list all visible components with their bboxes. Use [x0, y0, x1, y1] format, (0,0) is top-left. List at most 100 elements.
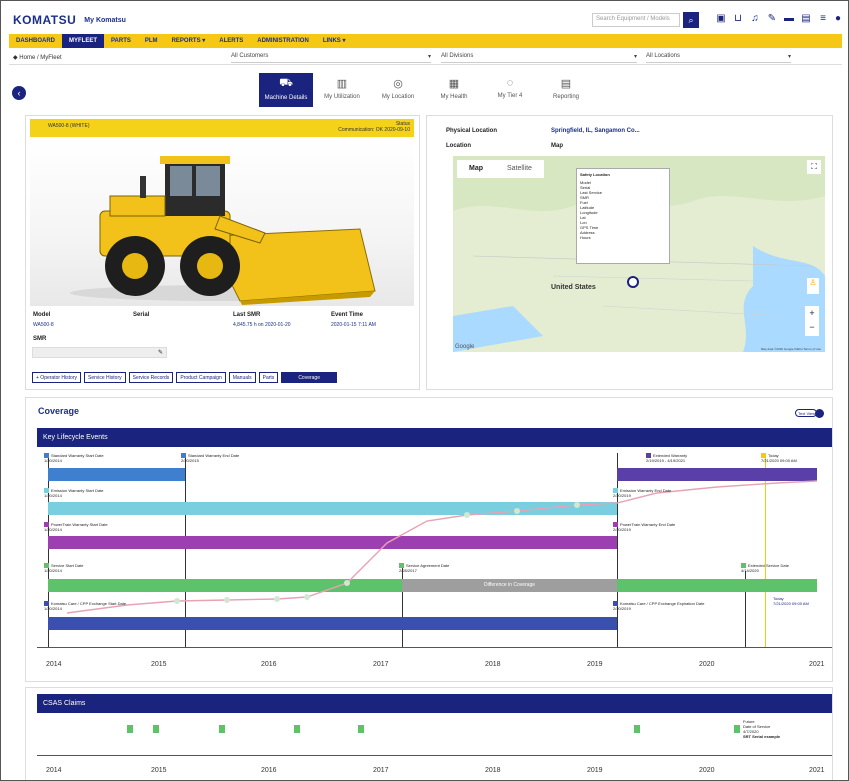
location-select-value: All Locations [646, 53, 681, 59]
satellite-tab[interactable]: Satellite [495, 160, 544, 178]
event-date: 7/21/2020 09:00 AM [761, 458, 797, 463]
customer-select[interactable]: All Customers ▾ [231, 53, 431, 63]
claim-marker[interactable] [734, 725, 740, 733]
event-label[interactable]: Emission Warranty Start Date 1/20/2014 [44, 488, 104, 498]
field-label: Serial [133, 312, 150, 318]
back-icon[interactable]: ‹ [12, 86, 26, 100]
tab-label: Machine Details [264, 95, 308, 101]
tab-reporting[interactable]: ▤ Reporting [539, 73, 593, 107]
event-label[interactable]: Extended Warranty 2/19/2019 - 4/19/2021 [646, 453, 687, 463]
tab-my-health[interactable]: ▦ My Health [427, 73, 481, 107]
machine-photo [30, 141, 414, 306]
field-value: WA500-8 [33, 322, 54, 328]
zoom-control[interactable]: + − [805, 306, 819, 336]
komatsu-logo[interactable]: KOMATSU [13, 13, 76, 27]
event-label[interactable]: Service Start Date 1/20/2014 [44, 563, 83, 573]
map-tab[interactable]: Map [457, 160, 495, 178]
field-value: 2020-01-15 7:11 AM [331, 322, 376, 328]
event-date: 1/20/2014 [44, 606, 62, 611]
event-label[interactable]: Today 7/21/2020 09:00 AM [761, 453, 797, 463]
fullscreen-icon[interactable]: ⛶ [807, 160, 821, 174]
event-label[interactable]: Komatsu Care / CPP Exchange Expiration D… [613, 601, 704, 611]
parts-button[interactable]: Parts [258, 372, 279, 383]
claim-marker[interactable] [219, 725, 225, 733]
menu-icon[interactable]: ≡ [817, 13, 829, 27]
popup-row: Hours [580, 235, 591, 240]
tab-label: My Utilization [324, 94, 360, 100]
folder-icon[interactable]: ▬ [783, 13, 795, 27]
claim-marker[interactable] [294, 725, 300, 733]
claim-marker[interactable] [634, 725, 640, 733]
year-tick: 2021 [809, 661, 825, 668]
message-icon[interactable]: ▤ [800, 13, 812, 27]
smr-input[interactable]: ✎ [32, 347, 167, 358]
search-input[interactable]: Search Equipment / Models [592, 13, 680, 27]
location-select[interactable]: All Locations ▾ [646, 53, 791, 63]
pegman-icon[interactable]: ♙ [807, 278, 819, 294]
tab-label: Reporting [552, 94, 579, 100]
nav-alerts[interactable]: ALERTS [212, 34, 250, 48]
coverage-title: Coverage [38, 406, 80, 416]
event-label[interactable]: Komatsu Care / CPP Exchange Start Date 1/… [44, 601, 126, 611]
event-label[interactable]: Emission Warranty End Date 2/20/2019 [613, 488, 671, 498]
location-label: Location [446, 143, 471, 149]
event-label[interactable]: Standard Warranty End Date 2/20/2015 [181, 453, 239, 463]
service-records-button[interactable]: Service Records [128, 372, 174, 383]
claim-marker[interactable] [358, 725, 364, 733]
nav-reports[interactable]: REPORTS ▾ [165, 34, 213, 48]
event-date: 1/20/2014 [44, 458, 62, 463]
nav-administration[interactable]: ADMINISTRATION [250, 34, 316, 48]
event-label[interactable]: Service Agreement Date 2/28/2017 [399, 563, 449, 573]
event-label[interactable]: PowerTrain Warranty Start Date 1/20/2014 [44, 522, 108, 532]
user-icon[interactable]: ● [832, 13, 844, 27]
product-campaign-button[interactable]: Product Campaign [176, 372, 226, 383]
health-icon: ▦ [448, 78, 460, 90]
main-nav: DASHBOARD MYFLEET PARTS PLM REPORTS ▾ AL… [9, 34, 842, 48]
tab-my-utilization[interactable]: ▥ My Utilization [315, 73, 369, 107]
text-view-toggle[interactable]: Text View [795, 409, 824, 418]
zoom-in-icon[interactable]: + [809, 308, 814, 318]
clipboard-icon[interactable]: ▣ [715, 13, 727, 27]
pin-icon: ◎ [393, 78, 403, 90]
info-smr: SMR [33, 336, 46, 342]
map-attribution[interactable]: Map data ©2020 Google INEGI Terms of Use [761, 347, 821, 351]
division-select[interactable]: All Divisions ▾ [441, 53, 637, 63]
operator-history-button[interactable]: + Operator History [32, 372, 81, 383]
tab-my-tier-4[interactable]: ◌ My Tier 4 [483, 73, 537, 107]
info-serial: Serial [133, 312, 149, 322]
event-label[interactable]: PowerTrain Warranty End Date 2/20/2019 [613, 522, 675, 532]
chevron-down-icon: ▾ [787, 54, 791, 60]
event-label[interactable]: Standard Warranty Start Date 1/20/2014 [44, 453, 104, 463]
nav-dashboard[interactable]: DASHBOARD [9, 34, 62, 48]
manuals-button[interactable]: Manuals [228, 372, 256, 383]
claim-marker[interactable] [127, 725, 133, 733]
bell-icon[interactable]: ♫ [749, 13, 761, 27]
claim-marker[interactable] [153, 725, 159, 733]
event-label[interactable]: Extended Service Date 4/14/2020 [741, 563, 789, 573]
today-label[interactable]: Today 7/21/2020 09:00 AM [773, 596, 809, 606]
nav-plm[interactable]: PLM [138, 34, 165, 48]
breadcrumb[interactable]: ◆ Home / MyFleet [13, 54, 163, 61]
tab-label: My Location [381, 94, 415, 100]
year-tick: 2016 [261, 767, 277, 774]
machine-title: WA500-8 (WHITE) [48, 123, 90, 129]
service-history-button[interactable]: Service History [84, 372, 126, 383]
year-tick: 2017 [373, 767, 389, 774]
toggle-label: Text View [798, 411, 816, 416]
map-country-label: United States [551, 284, 596, 291]
edit-icon[interactable]: ✎ [158, 349, 163, 356]
zoom-out-icon[interactable]: − [809, 322, 814, 332]
year-tick: 2021 [809, 767, 825, 774]
pen-icon[interactable]: ✎ [766, 13, 778, 27]
machine-pin-icon[interactable] [627, 276, 639, 288]
tab-my-location[interactable]: ◎ My Location [371, 73, 425, 107]
nav-links[interactable]: LINKS ▾ [316, 34, 353, 48]
cart-icon[interactable]: ⊔ [732, 13, 744, 27]
search-icon[interactable]: ⌕ [683, 12, 699, 28]
claim-note-line: SRT Serial example [743, 734, 781, 739]
nav-myfleet[interactable]: MYFLEET [62, 34, 104, 48]
coverage-button[interactable]: Coverage [281, 372, 337, 383]
tab-machine-details[interactable]: ⛟ Machine Details [259, 73, 313, 107]
map-popup: Safety Location Model Serial Last Servic… [576, 168, 670, 264]
nav-parts[interactable]: PARTS [104, 34, 138, 48]
